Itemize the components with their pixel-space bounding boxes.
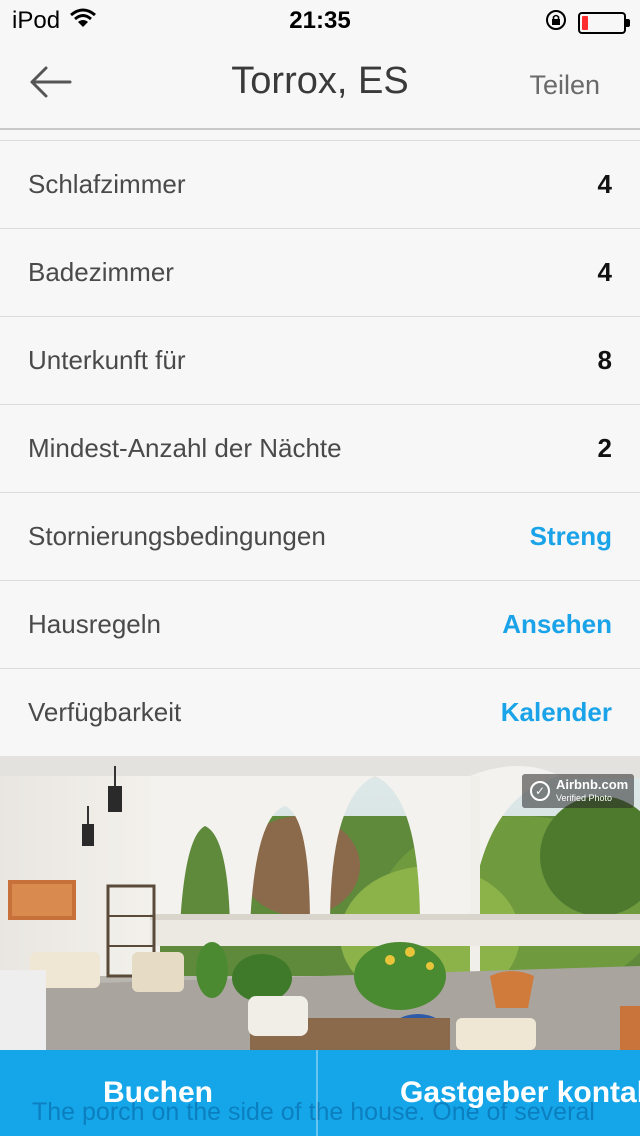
listing-details: Schlafzimmer 4 Badezimmer 4 Unterkunft f… [0,140,640,757]
contact-host-button[interactable]: Gastgeber kontaktieren [400,1050,640,1136]
detail-label: Badezimmer [28,257,174,287]
verified-photo-badge: ✓ Airbnb.com Verified Photo [522,774,634,808]
detail-label: Unterkunft für [28,345,186,375]
availability-calendar-link[interactable]: Kalender [501,697,612,728]
detail-row-cancellation[interactable]: Stornierungsbedingungen Streng [0,493,640,581]
status-bar: 21:35 iPod [0,0,640,40]
wifi-icon [70,7,97,35]
detail-row-guests: Unterkunft für 8 [0,317,640,405]
share-button[interactable]: Teilen [529,70,600,101]
detail-row-house-rules[interactable]: Hausregeln Ansehen [0,581,640,669]
detail-label: Stornierungsbedingungen [28,521,326,551]
detail-label: Schlafzimmer [28,169,186,199]
navigation-bar: Torrox, ES Teilen [0,40,640,130]
detail-row-bathrooms: Badezimmer 4 [0,229,640,317]
detail-row-min-nights: Mindest-Anzahl der Nächte 2 [0,405,640,493]
battery-level [582,15,588,30]
detail-value: 8 [597,345,612,375]
detail-row-bedrooms: Schlafzimmer 4 [0,141,640,229]
listing-photo[interactable]: ✓ Airbnb.com Verified Photo [0,756,640,1050]
book-button[interactable]: Buchen [0,1050,318,1136]
badge-subtitle: Verified Photo [556,793,613,803]
detail-value: 2 [597,433,612,463]
status-left: iPod [12,7,97,35]
detail-value: 4 [597,257,612,287]
detail-label: Verfügbarkeit [28,697,182,727]
house-rules-link[interactable]: Ansehen [502,609,612,640]
detail-label: Hausregeln [28,609,161,639]
detail-value: 4 [597,169,612,199]
status-right [544,8,630,37]
badge-brand: Airbnb.com [556,777,629,792]
verified-check-icon: ✓ [530,781,550,801]
rotation-lock-icon [544,8,568,37]
bottom-action-bar: The porch on the side of the house. One … [0,1050,640,1136]
detail-row-availability[interactable]: Verfügbarkeit Kalender [0,669,640,757]
battery-icon [578,11,630,34]
cancellation-policy-link[interactable]: Streng [530,521,612,552]
carrier-label: iPod [12,7,61,34]
detail-label: Mindest-Anzahl der Nächte [28,433,342,463]
